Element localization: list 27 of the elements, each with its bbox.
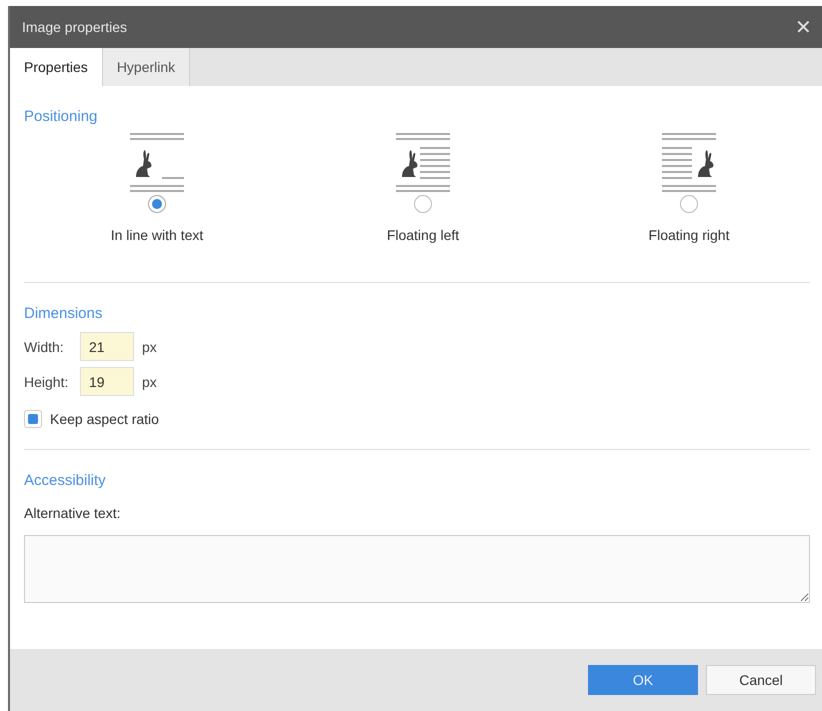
- text-area[interactable]: [24, 535, 810, 603]
- tab[interactable]: Hyperlink: [102, 48, 190, 86]
- section-heading: Dimensions: [24, 305, 104, 322]
- window-title: Image properties: [22, 19, 128, 35]
- radio-button[interactable]: [680, 195, 698, 213]
- radio-button[interactable]: [148, 195, 166, 213]
- option-label: Floating left: [386, 227, 460, 243]
- checkbox[interactable]: [24, 410, 42, 428]
- option-label: In line with text: [110, 227, 204, 243]
- tab[interactable]: Properties: [10, 48, 103, 86]
- image-wrap-icon: [660, 133, 718, 193]
- input-field[interactable]: 19: [80, 367, 134, 396]
- unit-label: px: [142, 338, 157, 354]
- image-wrap-icon: [394, 133, 452, 193]
- unit-label: px: [142, 374, 157, 390]
- field-label: Width:: [24, 338, 65, 354]
- input-field[interactable]: 21: [80, 332, 134, 361]
- radio-button[interactable]: [414, 195, 432, 213]
- field-label: Height:: [24, 374, 70, 390]
- checkbox-label: Keep aspect ratio: [50, 411, 159, 427]
- section-heading: Positioning: [24, 108, 98, 125]
- close-button[interactable]: ✕: [789, 14, 818, 40]
- field-label: Alternative text:: [24, 505, 122, 521]
- cancel-button[interactable]: Cancel: [706, 665, 816, 695]
- image-wrap-icon: [128, 133, 186, 193]
- option-label: Floating right: [648, 227, 730, 243]
- section-heading: Accessibility: [24, 472, 107, 489]
